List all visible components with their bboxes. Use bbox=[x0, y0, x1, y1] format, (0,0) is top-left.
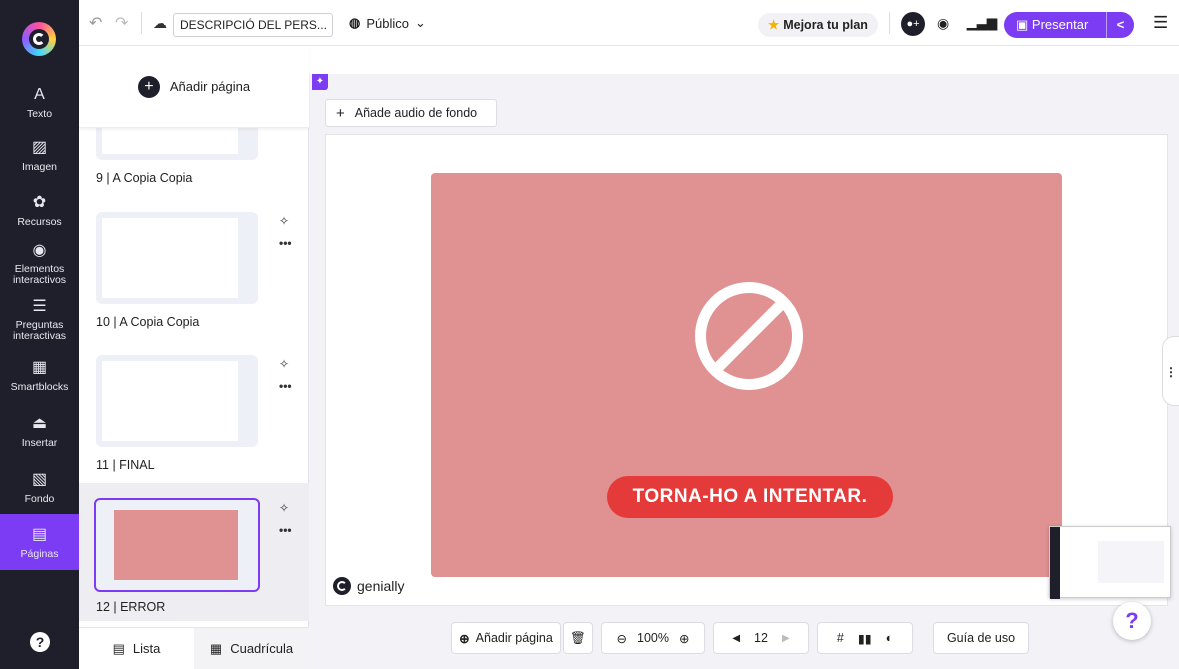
image-icon: ▨ bbox=[31, 139, 48, 156]
project-title-field[interactable]: DESCRIPCIÓ DEL PERS... bbox=[173, 13, 333, 37]
statistics-icon[interactable]: ▁▃▆ bbox=[967, 0, 997, 46]
minimap[interactable] bbox=[1049, 526, 1171, 599]
page-label-10: 10 | A Copia Copia bbox=[96, 315, 200, 329]
insert-icon: ⏏ bbox=[31, 415, 48, 432]
zoom-out-icon[interactable]: ⊖ bbox=[617, 631, 627, 646]
magic-wand-icon[interactable]: ✧ bbox=[279, 501, 289, 515]
genially-logo-icon bbox=[333, 577, 351, 595]
magic-wand-icon[interactable]: ✧ bbox=[279, 357, 289, 371]
pages-panel: + Añadir página 9 | A Copia Copia ✧ ••• … bbox=[79, 46, 309, 669]
upgrade-plan-button[interactable]: ★ Mejora tu plan bbox=[758, 13, 878, 37]
view-tools: # ▮▮ ◐ bbox=[817, 622, 913, 654]
plus-icon: + bbox=[336, 104, 345, 122]
more-options-icon[interactable]: ••• bbox=[279, 523, 292, 537]
left-toolbar: A Texto ▨ Imagen ✿ Recursos ◉ Elementos … bbox=[0, 0, 79, 669]
trash-icon: 🗑 bbox=[570, 630, 586, 645]
add-background-audio-button[interactable]: + Añade audio de fondo bbox=[325, 99, 497, 127]
prev-page-icon[interactable]: ◀ bbox=[732, 633, 740, 644]
help-question-button[interactable]: ? bbox=[1113, 602, 1151, 640]
present-label: ▣ Presentar bbox=[1016, 17, 1089, 32]
star-icon: ★ bbox=[768, 18, 780, 32]
slide-canvas[interactable]: TORNA-HO A INTENTAR. bbox=[431, 173, 1062, 577]
preview-eye-icon[interactable]: ◉ bbox=[937, 0, 949, 46]
pages-icon: ▤ bbox=[31, 526, 48, 543]
bottom-add-page-button[interactable]: ⊕ Añadir página bbox=[451, 622, 561, 654]
tool-resources[interactable]: ✿ Recursos bbox=[0, 192, 79, 232]
page-navigator: ◀ 12 ▶ bbox=[713, 622, 809, 654]
tool-pages[interactable]: ▤ Páginas bbox=[0, 514, 79, 570]
grid-guides-icon[interactable]: # bbox=[837, 631, 844, 645]
present-button[interactable]: ▣ Presentar < bbox=[1004, 12, 1134, 38]
prohibited-icon bbox=[695, 282, 803, 390]
questions-icon: ☰ bbox=[32, 298, 47, 315]
right-panel-handle-icon[interactable]: ⋮ bbox=[1162, 336, 1179, 406]
globe-icon: ◍ bbox=[349, 15, 361, 30]
zoom-control: ⊖ 100% ⊕ bbox=[601, 622, 705, 654]
plus-circle-icon: ⊕ bbox=[459, 631, 470, 646]
grid-icon: ▦ bbox=[209, 640, 223, 656]
tool-insert[interactable]: ⏏ Insertar bbox=[0, 413, 79, 453]
delete-page-button[interactable]: 🗑 bbox=[563, 622, 593, 654]
magic-wand-icon[interactable]: ✧ bbox=[279, 214, 289, 228]
page-label-12: 12 | ERROR bbox=[96, 600, 166, 614]
resources-icon: ✿ bbox=[32, 194, 47, 211]
pin-icon[interactable]: ✦ bbox=[312, 74, 328, 90]
usage-guide-button[interactable]: Guía de uso bbox=[933, 622, 1029, 654]
more-options-icon[interactable]: ••• bbox=[279, 379, 292, 393]
add-page-button[interactable]: + Añadir página bbox=[79, 46, 309, 128]
tool-smartblocks[interactable]: ▦ Smartblocks bbox=[0, 357, 79, 397]
tab-list[interactable]: ▤ Lista bbox=[79, 628, 194, 669]
tool-interactive-elements[interactable]: ◉ Elementos interactivos bbox=[0, 240, 79, 286]
plus-icon: + bbox=[137, 75, 160, 98]
retry-button[interactable]: TORNA-HO A INTENTAR. bbox=[607, 476, 893, 518]
tool-background[interactable]: ▧ Fondo bbox=[0, 469, 79, 509]
genially-logo-icon[interactable] bbox=[22, 22, 56, 56]
genially-watermark: genially bbox=[333, 577, 404, 595]
next-page-icon[interactable]: ▶ bbox=[782, 633, 790, 644]
share-icon[interactable]: < bbox=[1106, 12, 1134, 38]
smartblocks-icon: ▦ bbox=[31, 359, 48, 376]
page-thumbnail-12[interactable] bbox=[94, 498, 260, 592]
background-icon: ▧ bbox=[31, 471, 48, 488]
help-icon[interactable]: ? bbox=[30, 632, 50, 652]
page-thumbnail-10[interactable] bbox=[96, 212, 258, 304]
more-options-icon[interactable]: ••• bbox=[279, 236, 292, 250]
zoom-in-icon[interactable]: ⊕ bbox=[679, 631, 689, 646]
tool-text[interactable]: A Texto bbox=[0, 84, 79, 124]
tool-image[interactable]: ▨ Imagen bbox=[0, 137, 79, 177]
view-tabs: ▤ Lista ▦ Cuadrícula bbox=[79, 627, 309, 669]
page-label-9: 9 | A Copia Copia bbox=[96, 171, 193, 185]
undo-icon[interactable]: ↶ bbox=[89, 0, 102, 46]
tab-grid[interactable]: ▦ Cuadrícula bbox=[194, 628, 309, 669]
interactive-elements-icon: ◉ bbox=[32, 242, 47, 259]
top-bar: ↶ ↷ ☁ DESCRIPCIÓ DEL PERS... ◍ Público ⌄… bbox=[79, 0, 1179, 46]
columns-icon[interactable]: ▮▮ bbox=[858, 631, 872, 646]
visibility-dropdown[interactable]: ◍ Público ⌄ bbox=[349, 0, 426, 46]
page-label-11: 11 | FINAL bbox=[96, 458, 155, 472]
hamburger-menu-icon[interactable]: ☰ bbox=[1153, 0, 1168, 46]
redo-icon[interactable]: ↷ bbox=[115, 0, 128, 46]
cloud-save-icon: ☁ bbox=[153, 14, 167, 31]
list-icon: ▤ bbox=[112, 640, 125, 656]
tool-interactive-questions[interactable]: ☰ Preguntas interactivas bbox=[0, 296, 79, 342]
page-thumbnail-11[interactable] bbox=[96, 355, 258, 447]
add-collaborator-icon[interactable]: ●+ bbox=[901, 12, 925, 36]
chevron-down-icon: ⌄ bbox=[414, 15, 426, 30]
palette-icon[interactable]: ◐ bbox=[886, 631, 894, 645]
text-icon: A bbox=[34, 86, 45, 103]
